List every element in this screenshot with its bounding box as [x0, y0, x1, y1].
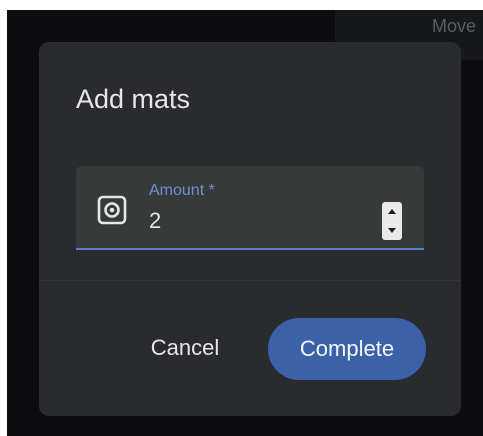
app-backdrop: Move Add mats Amount * 2 Cancel Complete	[7, 10, 483, 436]
background-move-label: Move	[432, 16, 477, 36]
target-square-icon	[96, 194, 128, 226]
actions-divider	[39, 280, 461, 281]
amount-field[interactable]: Amount *	[76, 166, 424, 250]
cancel-button[interactable]: Cancel	[135, 328, 235, 368]
amount-label: Amount *	[149, 182, 215, 199]
amount-stepper[interactable]	[382, 202, 402, 240]
amount-input[interactable]	[149, 204, 369, 238]
chevron-up-icon	[388, 209, 396, 214]
increment-button[interactable]	[382, 202, 402, 221]
dialog-title: Add mats	[76, 84, 191, 114]
complete-button[interactable]: Complete	[268, 318, 426, 380]
add-mats-dialog: Add mats Amount * 2 Cancel Complete	[39, 42, 461, 416]
decrement-button[interactable]	[382, 221, 402, 240]
chevron-down-icon	[388, 228, 396, 233]
